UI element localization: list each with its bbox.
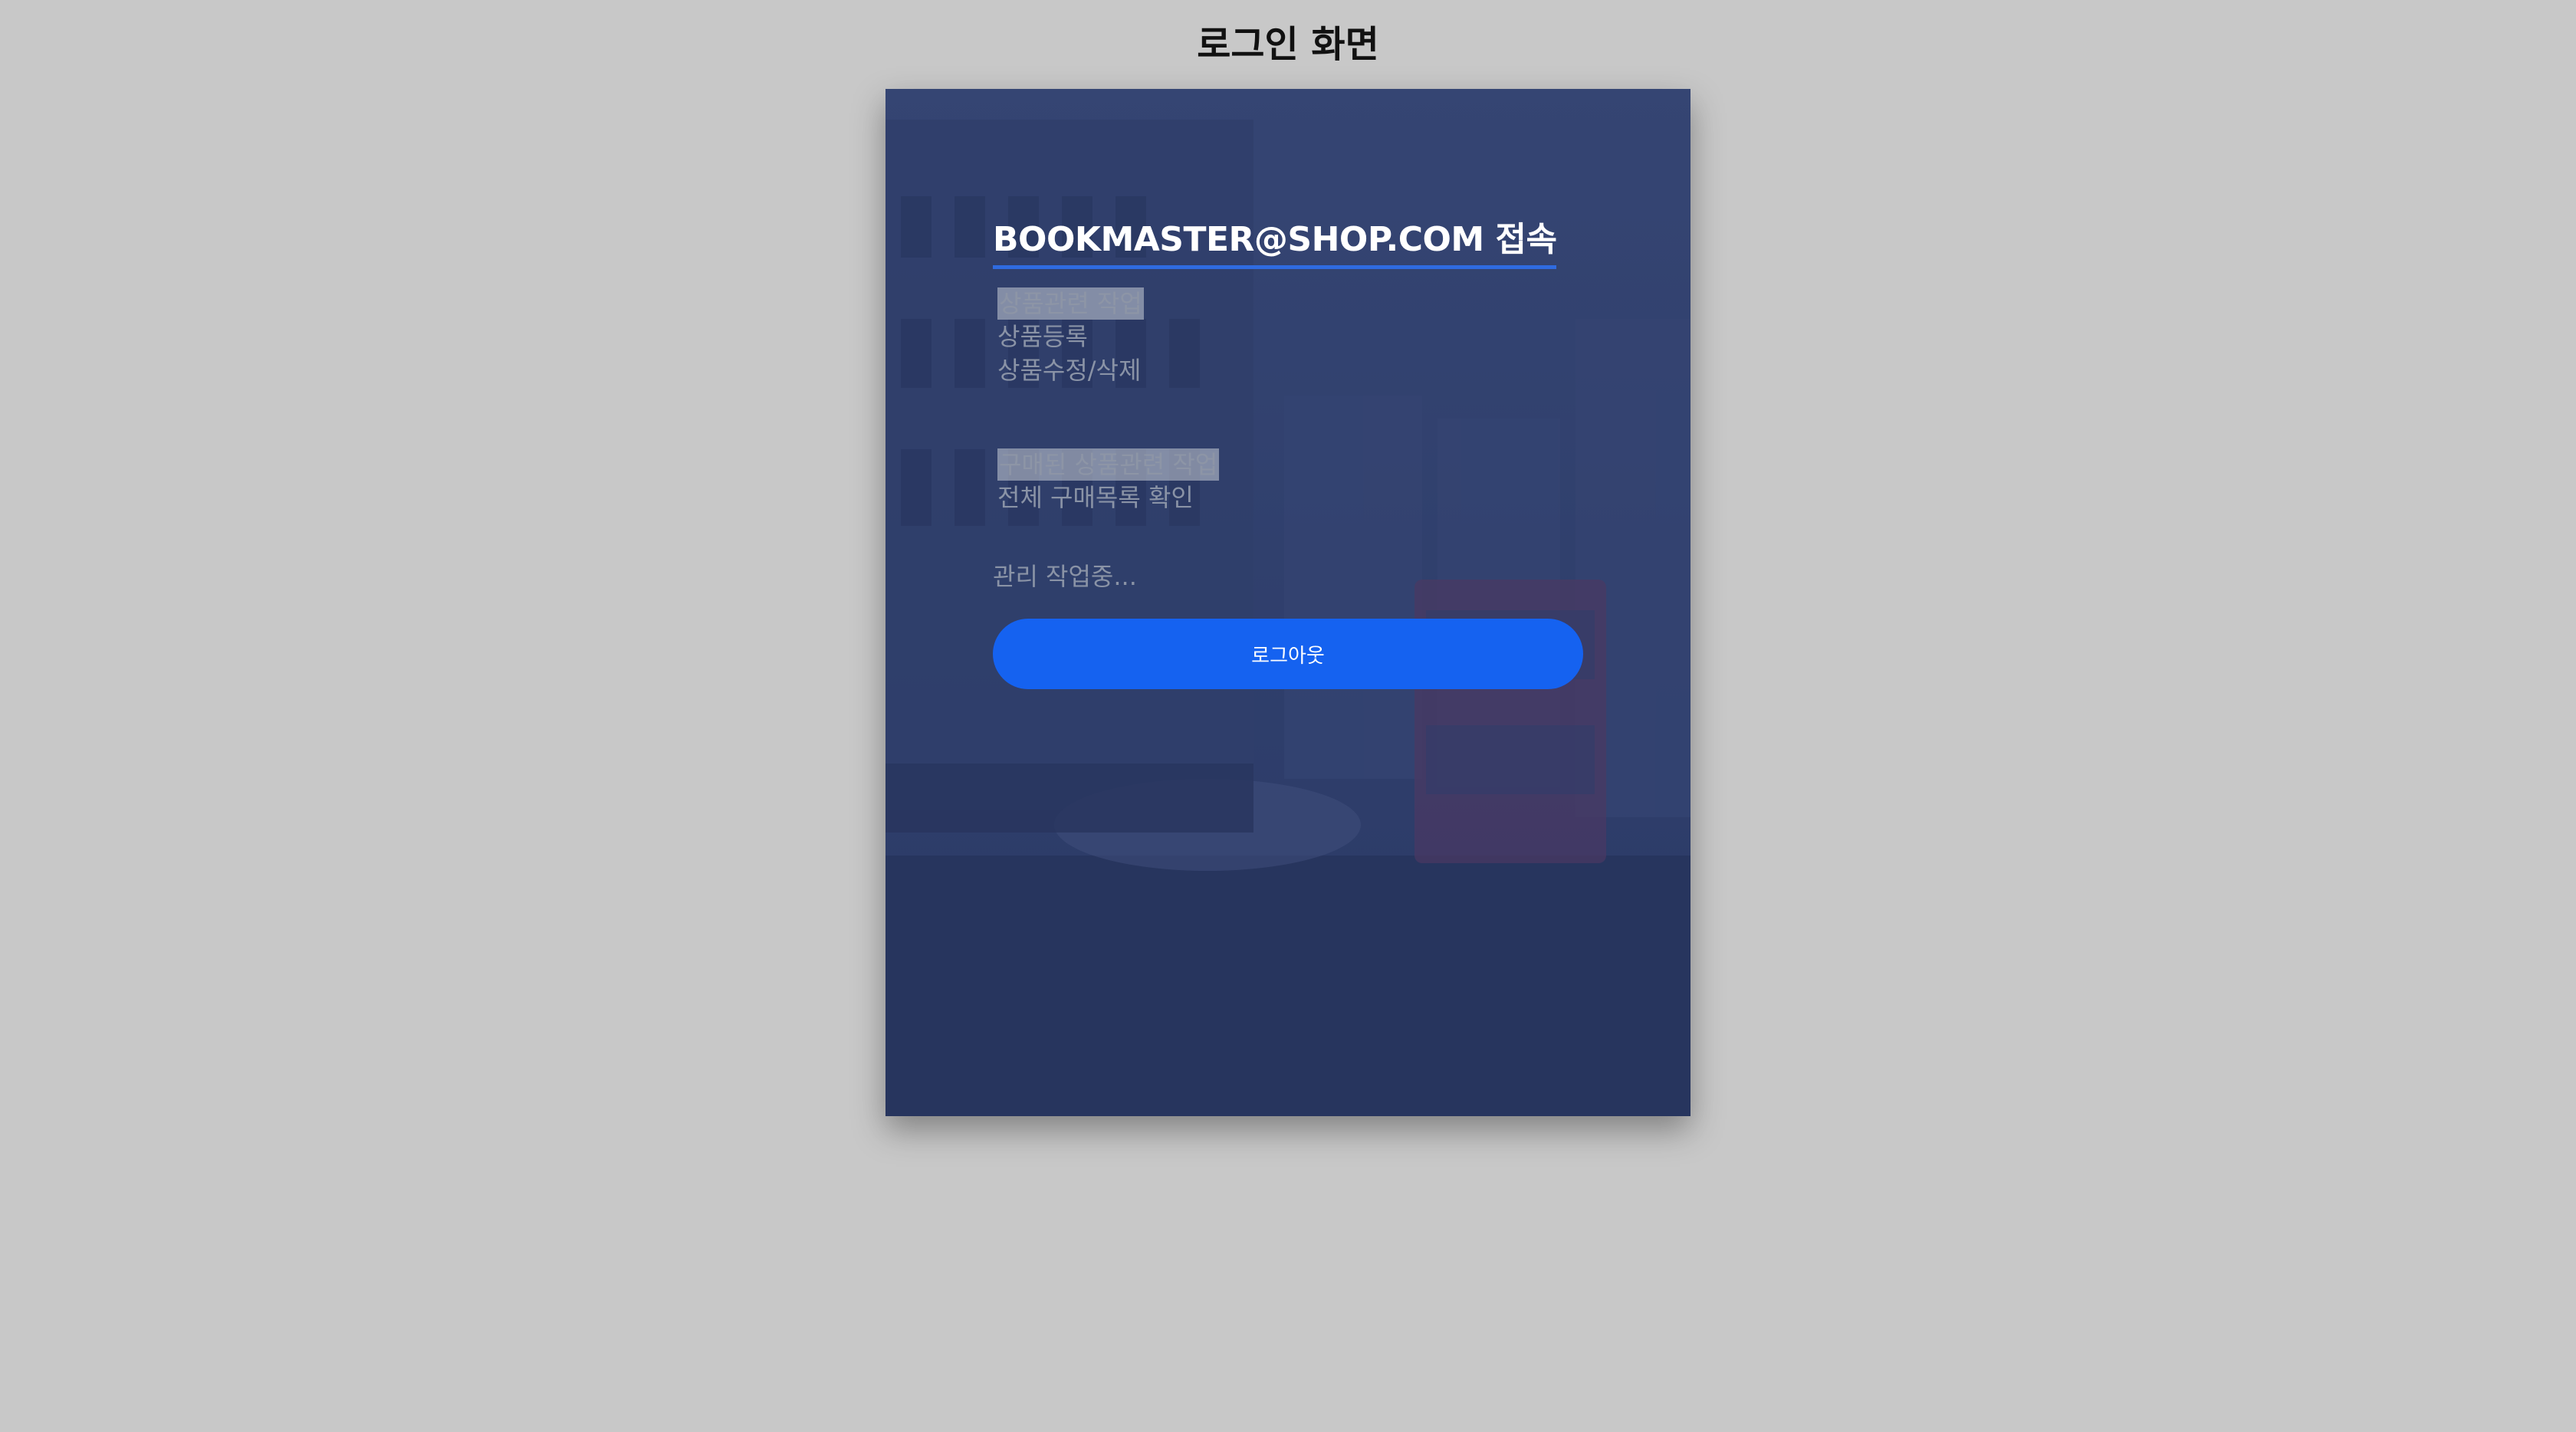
menu-item-product-edit-delete[interactable]: 상품수정/삭제 [997,353,1583,387]
page-title: 로그인 화면 [1197,23,1379,66]
product-menu-group: 상품관련 작업 상품등록 상품수정/삭제 [997,287,1583,387]
product-menu-heading: 상품관련 작업 [997,287,1144,320]
status-text: 관리 작업중... [993,562,1137,591]
menu-item-product-register[interactable]: 상품등록 [997,320,1583,353]
account-title: BOOKMASTER@SHOP.COM 접속 [993,212,1557,269]
menu-item-all-purchases[interactable]: 전체 구매목록 확인 [997,481,1583,514]
login-card: BOOKMASTER@SHOP.COM 접속 상품관련 작업 상품등록 상품수정… [886,89,1691,1116]
purchase-menu-group: 구매된 상품관련 작업 전체 구매목록 확인 [997,448,1583,514]
purchase-menu-heading: 구매된 상품관련 작업 [997,448,1220,481]
card-content: BOOKMASTER@SHOP.COM 접속 상품관련 작업 상품등록 상품수정… [993,212,1583,689]
logout-button[interactable]: 로그아웃 [993,619,1583,689]
